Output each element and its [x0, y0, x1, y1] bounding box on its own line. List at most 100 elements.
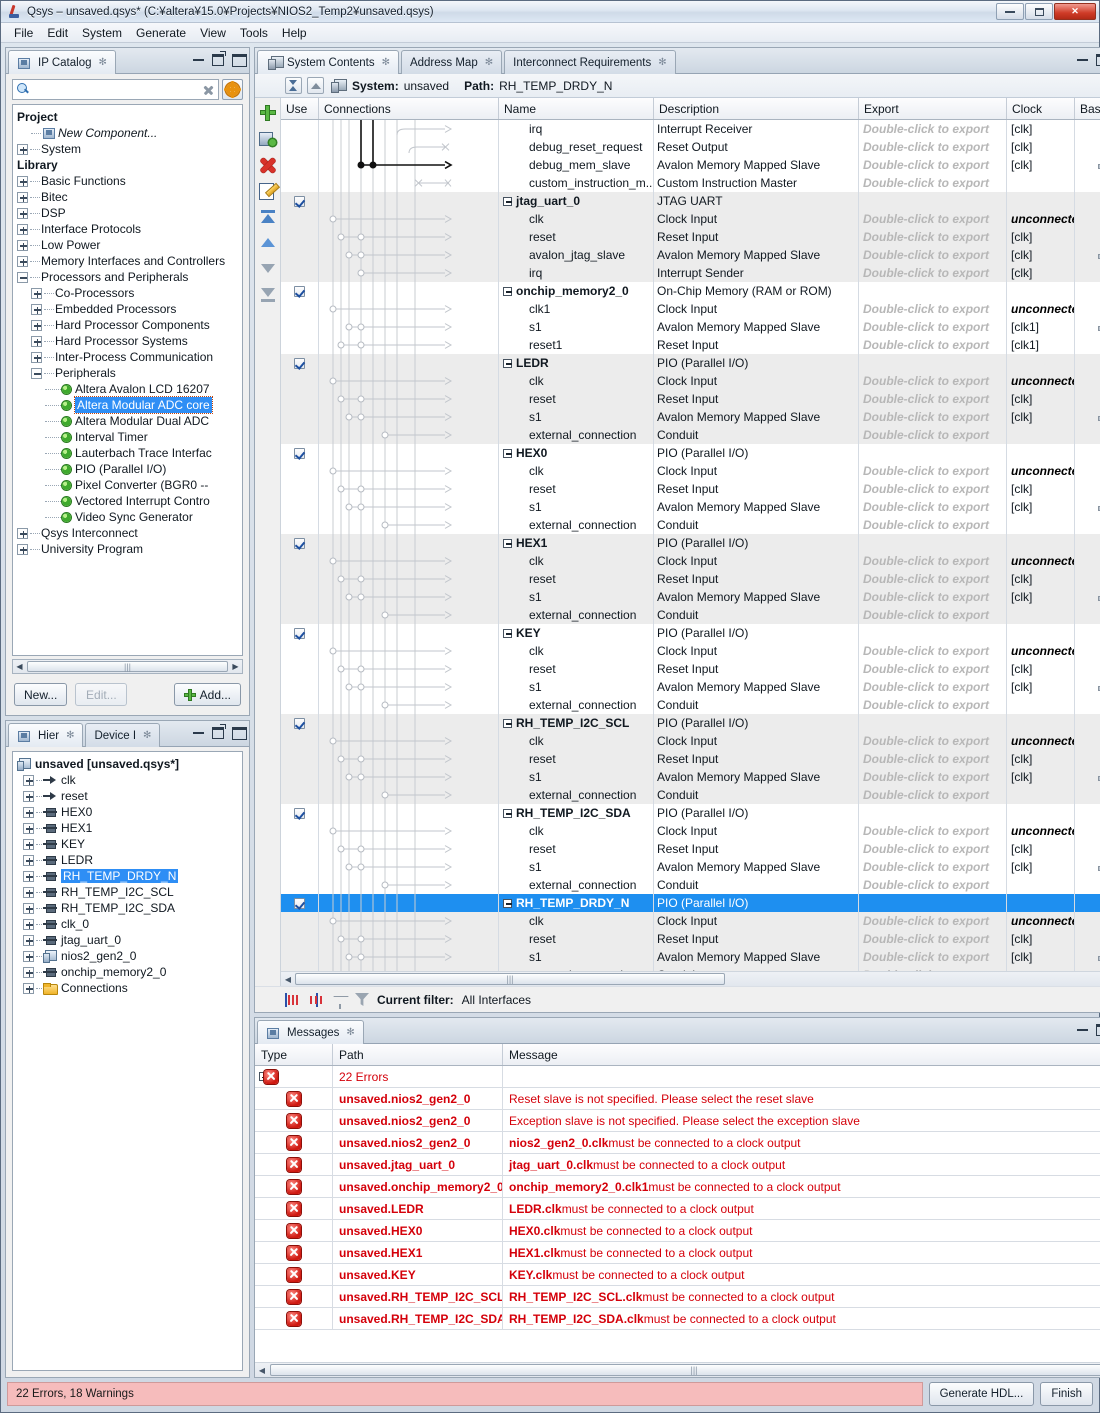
- export-cell[interactable]: [859, 894, 1007, 912]
- export-cell[interactable]: Double-click to export: [859, 390, 1007, 408]
- use-cell[interactable]: [281, 480, 319, 498]
- export-cell[interactable]: [859, 354, 1007, 372]
- use-cell[interactable]: [281, 570, 319, 588]
- hierarchy-item[interactable]: clk: [17, 772, 242, 788]
- base-cell[interactable]: [1075, 444, 1100, 462]
- use-cell[interactable]: [281, 696, 319, 714]
- name-cell[interactable]: s1: [499, 318, 654, 336]
- ip-catalog-tree-item[interactable]: New Component...: [17, 125, 242, 141]
- use-checkbox[interactable]: [294, 897, 305, 909]
- base-cell[interactable]: [1075, 804, 1100, 822]
- name-cell[interactable]: debug_mem_slave: [499, 156, 654, 174]
- hierarchy-item[interactable]: onchip_memory2_0: [17, 964, 242, 980]
- use-cell[interactable]: [281, 516, 319, 534]
- clock-cell[interactable]: unconnected: [1007, 552, 1075, 570]
- use-cell[interactable]: [281, 192, 319, 210]
- name-cell[interactable]: external_connection: [499, 786, 654, 804]
- expand-plus-icon[interactable]: [23, 838, 34, 850]
- export-cell[interactable]: Double-click to export: [859, 822, 1007, 840]
- hierarchy-item[interactable]: KEY: [17, 836, 242, 852]
- messages-rows[interactable]: 22 Errors unsaved.nios2_gen2_0 Reset slave…: [255, 1066, 1100, 1362]
- column-header-name[interactable]: Name: [499, 98, 654, 119]
- move-to-top-icon[interactable]: [259, 208, 277, 226]
- minimize-button[interactable]: [996, 3, 1024, 20]
- name-cell[interactable]: debug_reset_request: [499, 138, 654, 156]
- clock-cell[interactable]: unconnected: [1007, 210, 1075, 228]
- close-icon[interactable]: ✻: [143, 730, 151, 741]
- base-cell[interactable]: [1075, 606, 1100, 624]
- ip-catalog-tree-item[interactable]: Hard Processor Components: [17, 317, 242, 333]
- base-cell[interactable]: [1075, 210, 1100, 228]
- use-checkbox[interactable]: [294, 357, 305, 369]
- name-cell[interactable]: HEX1: [499, 534, 654, 552]
- base-cell[interactable]: [1075, 228, 1100, 246]
- panel-maximize-icon[interactable]: [232, 51, 247, 67]
- show-signals-icon[interactable]: [285, 992, 301, 1007]
- expand-plus-icon[interactable]: [23, 950, 34, 962]
- filter-hourglass-button[interactable]: [285, 77, 302, 94]
- panel-minimize-icon[interactable]: [192, 51, 205, 64]
- menu-generate[interactable]: Generate: [129, 24, 193, 42]
- clock-cell[interactable]: [clk]: [1007, 930, 1075, 948]
- use-cell[interactable]: [281, 318, 319, 336]
- scroll-thumb[interactable]: |||: [295, 973, 725, 985]
- clock-cell[interactable]: [1007, 786, 1075, 804]
- base-cell[interactable]: [1075, 462, 1100, 480]
- column-header-use[interactable]: Use: [281, 98, 319, 119]
- export-cell[interactable]: Double-click to export: [859, 336, 1007, 354]
- base-cell[interactable]: [1075, 660, 1100, 678]
- base-cell[interactable]: [1075, 642, 1100, 660]
- ip-catalog-tree-container[interactable]: Project New Component... System Library Basi…: [12, 104, 243, 656]
- panel-float-icon[interactable]: [212, 724, 226, 739]
- export-cell[interactable]: Double-click to export: [859, 642, 1007, 660]
- clock-cell[interactable]: [clk]: [1007, 840, 1075, 858]
- use-cell[interactable]: [281, 840, 319, 858]
- name-cell[interactable]: external_connection: [499, 966, 654, 971]
- name-cell[interactable]: RH_TEMP_I2C_SDA: [499, 804, 654, 822]
- ip-catalog-tree-item[interactable]: Embedded Processors: [17, 301, 242, 317]
- base-cell[interactable]: [1075, 372, 1100, 390]
- export-cell[interactable]: [859, 282, 1007, 300]
- export-cell[interactable]: [859, 534, 1007, 552]
- name-cell[interactable]: reset: [499, 228, 654, 246]
- expand-plus-icon[interactable]: [31, 303, 42, 315]
- base-cell[interactable]: [1075, 948, 1100, 966]
- base-cell[interactable]: [1075, 840, 1100, 858]
- ip-catalog-tree-item[interactable]: Co-Processors: [17, 285, 242, 301]
- message-row[interactable]: unsaved.HEX1 HEX1.clk must be connected t…: [255, 1242, 1100, 1264]
- ip-catalog-searchbox[interactable]: [12, 79, 219, 100]
- clock-cell[interactable]: unconnected: [1007, 642, 1075, 660]
- generate-hdl-button[interactable]: Generate HDL...: [928, 1382, 1035, 1406]
- base-cell[interactable]: [1075, 858, 1100, 876]
- use-cell[interactable]: [281, 336, 319, 354]
- connections-patch-panel[interactable]: [319, 120, 499, 971]
- name-cell[interactable]: clk: [499, 210, 654, 228]
- tab-messages[interactable]: Messages ✻: [257, 1020, 364, 1044]
- name-cell[interactable]: irq: [499, 264, 654, 282]
- use-cell[interactable]: [281, 462, 319, 480]
- base-cell[interactable]: [1075, 174, 1100, 192]
- add-button[interactable]: Add...: [173, 683, 241, 706]
- export-cell[interactable]: Double-click to export: [859, 678, 1007, 696]
- use-cell[interactable]: [281, 894, 319, 912]
- export-cell[interactable]: Double-click to export: [859, 858, 1007, 876]
- name-cell[interactable]: reset: [499, 930, 654, 948]
- expand-plus-icon[interactable]: [23, 982, 34, 994]
- name-cell[interactable]: reset: [499, 840, 654, 858]
- use-checkbox[interactable]: [294, 285, 305, 297]
- name-cell[interactable]: s1: [499, 678, 654, 696]
- use-cell[interactable]: [281, 300, 319, 318]
- base-cell[interactable]: [1075, 426, 1100, 444]
- use-cell[interactable]: [281, 264, 319, 282]
- clock-cell[interactable]: [clk]: [1007, 588, 1075, 606]
- collapse-minus-icon[interactable]: [503, 538, 512, 548]
- clock-cell[interactable]: [1007, 966, 1075, 971]
- use-cell[interactable]: [281, 552, 319, 570]
- ip-catalog-tree-item[interactable]: Memory Interfaces and Controllers: [17, 253, 242, 269]
- ip-catalog-tree-item[interactable]: Interval Timer: [17, 429, 242, 445]
- base-cell[interactable]: [1075, 876, 1100, 894]
- collapse-minus-icon[interactable]: [17, 271, 28, 283]
- use-cell[interactable]: [281, 210, 319, 228]
- expand-plus-icon[interactable]: [23, 918, 34, 930]
- export-cell[interactable]: Double-click to export: [859, 966, 1007, 971]
